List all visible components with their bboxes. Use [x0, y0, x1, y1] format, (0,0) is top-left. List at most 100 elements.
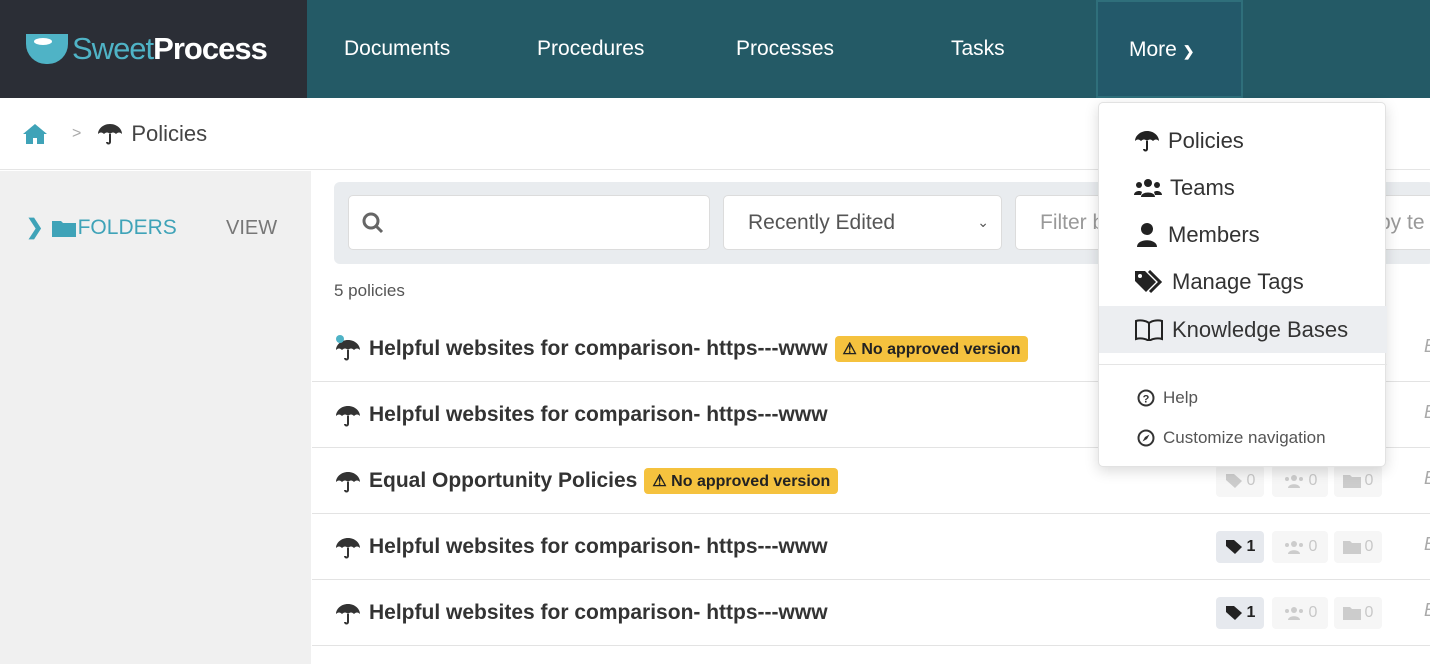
folders-count-value: 0: [1364, 604, 1374, 621]
book-icon: [1135, 318, 1163, 341]
policy-icon: [335, 468, 361, 494]
teams-count[interactable]: 0: [1272, 465, 1328, 497]
row-trailing-text: E: [1424, 336, 1430, 357]
users-icon: [1134, 178, 1162, 197]
teams-count-value: 0: [1308, 538, 1318, 555]
logo-text-process: Process: [153, 31, 268, 66]
nav-tasks[interactable]: Tasks: [951, 0, 1005, 98]
policy-count: 5 policies: [334, 281, 405, 300]
tags-count[interactable]: 0: [1216, 465, 1264, 497]
policy-icon: [335, 334, 361, 362]
teams-count[interactable]: 0: [1272, 597, 1328, 629]
breadcrumb-current: Policies: [131, 120, 208, 146]
umbrella-icon: [1135, 130, 1159, 151]
home-icon[interactable]: [22, 123, 48, 145]
tags-count[interactable]: 1: [1216, 531, 1264, 563]
warning-text: No approved version: [861, 340, 1021, 358]
no-approved-version-badge: ⚠ No approved version: [644, 467, 839, 494]
cup-logo-icon: [26, 34, 68, 64]
menu-label: Help: [1163, 388, 1198, 407]
folders-count-value: 0: [1364, 538, 1374, 555]
umbrella-icon: [336, 471, 360, 492]
sort-value: Recently Edited: [748, 211, 896, 234]
logo[interactable]: Sweet Process: [0, 0, 307, 98]
policy-row[interactable]: Helpful websites for comparison- https--…: [312, 514, 1430, 580]
nav-more-button[interactable]: More ❯: [1096, 0, 1243, 98]
umbrella-icon: [336, 603, 360, 624]
tag-icon: [1225, 474, 1242, 488]
tag-icon: [1225, 606, 1242, 620]
users-icon: [1284, 607, 1303, 620]
tags-count-value: 1: [1246, 538, 1256, 555]
nav-processes[interactable]: Processes: [736, 0, 834, 98]
menu-label: Teams: [1170, 174, 1235, 200]
tags-count[interactable]: 1: [1216, 597, 1264, 629]
chevron-down-icon: ⌄: [977, 214, 989, 230]
sort-select[interactable]: Recently Edited ⌄: [723, 195, 1002, 250]
teams-count[interactable]: 0: [1272, 531, 1328, 563]
nav-documents[interactable]: Documents: [344, 0, 450, 98]
menu-label: Customize navigation: [1163, 428, 1326, 447]
chevron-down-icon: ❯: [1182, 43, 1195, 59]
policy-title[interactable]: Equal Opportunity Policies: [369, 469, 637, 493]
more-label: More: [1129, 38, 1177, 61]
folders-count-value: 0: [1364, 472, 1374, 489]
row-trailing-text: E: [1424, 534, 1430, 555]
menu-item-help[interactable]: ? Help: [1099, 380, 1387, 416]
tags-count-value: 1: [1246, 604, 1256, 621]
menu-item-manage-tags[interactable]: Manage Tags: [1099, 258, 1387, 305]
sidebar: ❯ FOLDERS VIEW: [0, 171, 311, 664]
policy-title[interactable]: Helpful websites for comparison- https--…: [369, 601, 828, 625]
compass-icon: [1137, 429, 1155, 447]
users-icon: [1284, 475, 1303, 488]
policy-title[interactable]: Helpful websites for comparison- https--…: [369, 403, 828, 427]
menu-label: Manage Tags: [1172, 268, 1304, 294]
view-button[interactable]: VIEW: [226, 217, 277, 240]
search-input[interactable]: [348, 195, 710, 250]
policy-icon: [335, 402, 361, 428]
umbrella-icon: [336, 537, 360, 558]
folders-count[interactable]: 0: [1334, 597, 1382, 629]
policy-title[interactable]: Helpful websites for comparison- https--…: [369, 337, 828, 361]
folder-icon: [1342, 541, 1361, 554]
folders-label: FOLDERS: [77, 215, 177, 239]
policy-row[interactable]: Helpful websites for comparison- https--…: [312, 580, 1430, 646]
menu-item-customize-navigation[interactable]: Customize navigation: [1099, 420, 1387, 456]
policy-title[interactable]: Helpful websites for comparison- https--…: [369, 535, 828, 559]
folder-icon: [1342, 475, 1361, 488]
folder-icon: [51, 220, 76, 237]
chevron-right-icon: ❯: [26, 216, 44, 239]
menu-label: Knowledge Bases: [1172, 316, 1349, 342]
new-dot-icon: [336, 334, 344, 343]
no-approved-version-badge: ⚠ No approved version: [834, 335, 1029, 362]
umbrella-icon: [336, 405, 360, 426]
folders-count[interactable]: 0: [1334, 531, 1382, 563]
folders-count[interactable]: 0: [1334, 465, 1382, 497]
tag-icon: [1225, 540, 1242, 554]
menu-item-members[interactable]: Members: [1099, 211, 1387, 258]
umbrella-icon: [98, 123, 123, 144]
menu-item-knowledge-bases[interactable]: Knowledge Bases: [1099, 306, 1387, 353]
warning-text: No approved version: [671, 472, 831, 490]
tags-icon: [1135, 269, 1163, 293]
more-dropdown-menu: Policies Teams Members Manage Tags Knowl…: [1098, 102, 1387, 467]
menu-label: Policies: [1168, 127, 1244, 153]
folder-icon: [1342, 607, 1361, 620]
logo-text-sweet: Sweet: [72, 31, 154, 66]
row-trailing-text: E: [1424, 600, 1430, 621]
question-circle-icon: ?: [1137, 389, 1155, 407]
row-trailing-text: E: [1424, 402, 1430, 423]
menu-item-policies[interactable]: Policies: [1099, 117, 1387, 164]
nav-procedures[interactable]: Procedures: [537, 0, 644, 98]
folders-toggle[interactable]: ❯ FOLDERS: [26, 215, 177, 240]
menu-divider: [1099, 364, 1387, 365]
users-icon: [1284, 541, 1303, 554]
policy-icon: [335, 534, 361, 560]
svg-text:?: ?: [1143, 394, 1150, 406]
user-icon: [1137, 222, 1157, 247]
menu-item-teams[interactable]: Teams: [1099, 164, 1387, 211]
teams-count-value: 0: [1308, 604, 1318, 621]
search-icon: [362, 212, 384, 234]
teams-count-value: 0: [1308, 472, 1318, 489]
policy-icon: [335, 600, 361, 626]
